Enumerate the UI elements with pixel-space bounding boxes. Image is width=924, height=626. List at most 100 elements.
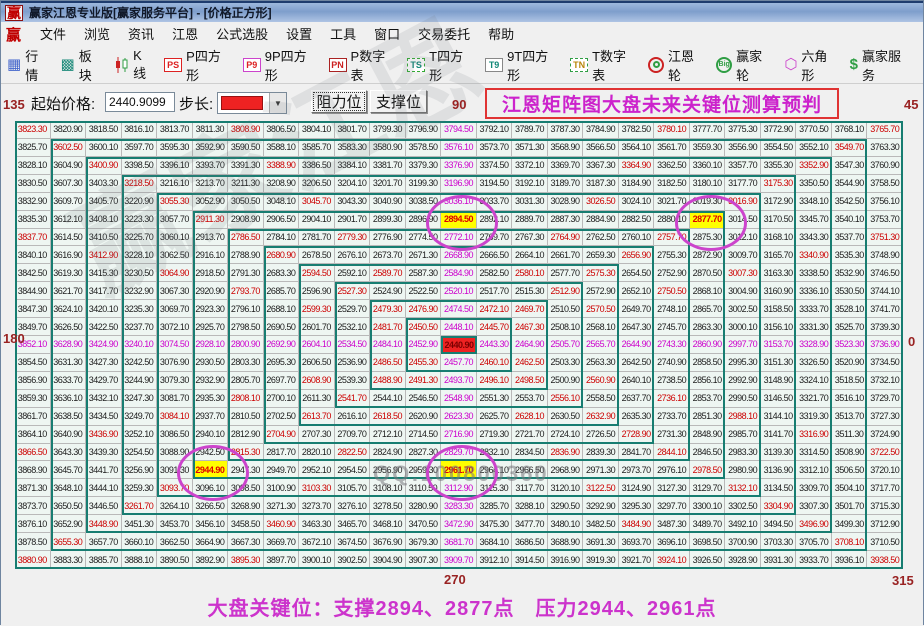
- matrix-cell[interactable]: 3763.30: [867, 138, 903, 157]
- matrix-cell[interactable]: 3794.50: [441, 121, 477, 139]
- matrix-cell[interactable]: 3525.70: [831, 318, 868, 337]
- matrix-cell[interactable]: 2947.30: [228, 461, 264, 480]
- matrix-cell[interactable]: 2808.10: [228, 389, 264, 408]
- matrix-cell[interactable]: 2992.90: [725, 371, 761, 390]
- matrix-cell[interactable]: 3554.50: [760, 138, 797, 157]
- menu-trade-entrust[interactable]: 交易委托: [409, 25, 479, 44]
- matrix-cell[interactable]: 2534.50: [334, 336, 371, 354]
- matrix-cell[interactable]: 2836.90: [547, 443, 584, 462]
- matrix-cell[interactable]: 3328.90: [796, 336, 832, 354]
- matrix-cell[interactable]: 3909.70: [441, 551, 477, 569]
- matrix-cell[interactable]: 3292.90: [583, 497, 619, 516]
- matrix-cell[interactable]: 3364.90: [618, 156, 655, 175]
- matrix-cell[interactable]: 2582.50: [476, 264, 513, 283]
- matrix-cell[interactable]: 2942.50: [192, 443, 229, 462]
- matrix-cell[interactable]: 2700.10: [263, 389, 300, 408]
- matrix-cell[interactable]: 3434.50: [86, 407, 122, 426]
- matrix-cell[interactable]: 3856.90: [15, 371, 51, 390]
- matrix-cell[interactable]: 2611.30: [299, 389, 335, 408]
- matrix-cell[interactable]: 3748.90: [867, 246, 903, 265]
- matrix-cell[interactable]: 3350.50: [796, 174, 832, 193]
- matrix-cell[interactable]: 2820.10: [299, 443, 335, 462]
- matrix-cell[interactable]: 3878.50: [15, 533, 51, 552]
- matrix-cell[interactable]: 2541.70: [334, 389, 371, 408]
- matrix-cell[interactable]: 3232.90: [121, 282, 158, 301]
- matrix-cell[interactable]: 3112.90: [441, 479, 477, 498]
- matrix-cell[interactable]: 3595.30: [157, 138, 193, 157]
- matrix-cell[interactable]: 3472.90: [441, 515, 477, 534]
- matrix-cell[interactable]: 3904.90: [370, 551, 406, 569]
- matrix-cell[interactable]: 2522.50: [405, 282, 442, 301]
- matrix-cell[interactable]: 2824.90: [370, 443, 406, 462]
- matrix-cell[interactable]: 3770.50: [796, 121, 832, 139]
- matrix-cell[interactable]: 3012.10: [725, 228, 761, 247]
- matrix-cell[interactable]: 3453.70: [157, 515, 193, 534]
- matrix-cell[interactable]: 3220.90: [121, 192, 158, 211]
- matrix-cell[interactable]: 3602.50: [50, 138, 87, 157]
- matrix-cell[interactable]: 3098.50: [228, 479, 264, 498]
- start-price-input[interactable]: [105, 92, 175, 112]
- matrix-cell[interactable]: 2724.10: [547, 425, 584, 444]
- matrix-cell[interactable]: 2644.90: [618, 336, 655, 354]
- matrix-cell[interactable]: 3398.50: [121, 156, 158, 175]
- matrix-cell[interactable]: 3655.30: [50, 533, 87, 552]
- matrix-cell[interactable]: 3033.70: [476, 192, 513, 211]
- matrix-cell[interactable]: 3206.50: [299, 174, 335, 193]
- matrix-cell[interactable]: 3336.10: [796, 282, 832, 301]
- matrix-cell[interactable]: 3235.30: [121, 300, 158, 319]
- matrix-cell[interactable]: 2572.90: [583, 282, 619, 301]
- matrix-cell[interactable]: 3045.70: [299, 192, 335, 211]
- matrix-cell[interactable]: 3312.10: [796, 461, 832, 480]
- toolbar-button-kline[interactable]: K线: [114, 48, 154, 82]
- matrix-cell[interactable]: 3240.10: [121, 336, 158, 354]
- matrix-cell[interactable]: 3540.10: [831, 210, 868, 229]
- matrix-cell[interactable]: 3556.90: [725, 138, 761, 157]
- matrix-cell[interactable]: 3866.50: [15, 443, 51, 462]
- matrix-cell[interactable]: 2901.70: [334, 210, 371, 229]
- matrix-cell[interactable]: 3708.10: [831, 533, 868, 552]
- matrix-cell[interactable]: 2784.10: [263, 228, 300, 247]
- matrix-cell[interactable]: 2793.70: [228, 282, 264, 301]
- matrix-cell[interactable]: 2697.70: [263, 371, 300, 390]
- matrix-cell[interactable]: 2760.10: [618, 228, 655, 247]
- matrix-cell[interactable]: 3180.10: [689, 174, 726, 193]
- matrix-cell[interactable]: 2791.30: [228, 264, 264, 283]
- matrix-cell[interactable]: 2752.90: [654, 264, 690, 283]
- matrix-cell[interactable]: 2877.70: [689, 210, 726, 229]
- toolbar-button-p-square[interactable]: PS P四方形: [164, 46, 233, 84]
- matrix-cell[interactable]: 2529.70: [334, 300, 371, 319]
- matrix-cell[interactable]: 3276.10: [334, 497, 371, 516]
- matrix-cell[interactable]: 3386.50: [299, 156, 335, 175]
- matrix-cell[interactable]: 2587.30: [405, 264, 442, 283]
- matrix-cell[interactable]: 3372.10: [512, 156, 548, 175]
- matrix-cell[interactable]: 2949.70: [263, 461, 300, 480]
- matrix-cell[interactable]: 3460.90: [263, 515, 300, 534]
- matrix-cell[interactable]: 3585.70: [299, 138, 335, 157]
- matrix-cell[interactable]: 3427.30: [86, 353, 122, 372]
- matrix-cell[interactable]: 2740.90: [654, 353, 690, 372]
- matrix-cell[interactable]: 2884.90: [583, 210, 619, 229]
- matrix-cell[interactable]: 3146.50: [760, 389, 797, 408]
- matrix-cell[interactable]: 2925.70: [192, 318, 229, 337]
- matrix-cell[interactable]: 2630.50: [547, 407, 584, 426]
- matrix-cell[interactable]: 3544.90: [831, 174, 868, 193]
- matrix-cell[interactable]: 3444.10: [86, 479, 122, 498]
- toolbar-button-t-number-table[interactable]: TN T数字表: [570, 46, 638, 84]
- matrix-cell[interactable]: 2889.70: [512, 210, 548, 229]
- matrix-cell[interactable]: 3578.50: [405, 138, 442, 157]
- matrix-cell[interactable]: 2868.10: [689, 282, 726, 301]
- matrix-cell[interactable]: 3674.50: [334, 533, 371, 552]
- matrix-cell[interactable]: 3338.50: [796, 264, 832, 283]
- matrix-cell[interactable]: 3566.50: [583, 138, 619, 157]
- matrix-cell[interactable]: 3600.10: [86, 138, 122, 157]
- matrix-cell[interactable]: 2460.10: [476, 353, 513, 372]
- matrix-cell[interactable]: 3470.50: [405, 515, 442, 534]
- matrix-cell[interactable]: 3549.70: [831, 138, 868, 157]
- matrix-cell[interactable]: 3285.70: [476, 497, 513, 516]
- matrix-cell[interactable]: 3777.70: [689, 121, 726, 139]
- matrix-cell[interactable]: 3568.90: [547, 138, 584, 157]
- matrix-cell[interactable]: 3820.90: [50, 121, 87, 139]
- matrix-cell[interactable]: 2750.50: [654, 282, 690, 301]
- support-button[interactable]: 支撑位: [370, 90, 427, 113]
- matrix-cell[interactable]: 3552.10: [796, 138, 832, 157]
